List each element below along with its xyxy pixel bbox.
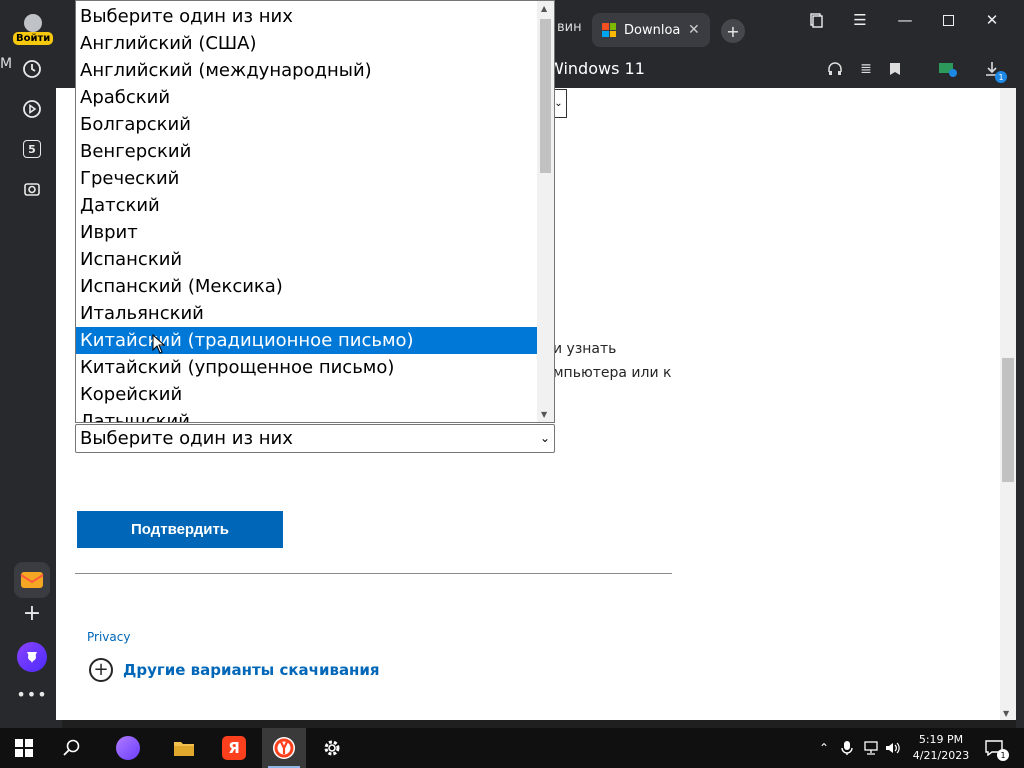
plus-circle-icon: +	[89, 658, 113, 682]
mouse-cursor-icon	[152, 334, 166, 354]
dropdown-option[interactable]: Корейский	[76, 381, 538, 408]
search-icon[interactable]	[58, 734, 86, 762]
dropdown-option[interactable]: Испанский	[76, 246, 538, 273]
windows-start-icon[interactable]	[10, 734, 38, 762]
more-download-options[interactable]: + Другие варианты скачивания	[89, 658, 380, 682]
info-paragraph-line-2: мпьютера или к	[553, 365, 672, 381]
dropdown-option[interactable]: Болгарский	[76, 111, 538, 138]
confirm-button[interactable]: Подтвердить	[77, 511, 283, 548]
chevron-down-icon: ⌄	[539, 431, 550, 445]
close-window-icon[interactable]: ✕	[980, 8, 1004, 32]
page-scrollbar-thumb[interactable]	[1002, 358, 1014, 482]
address-title[interactable]: Windows 11	[548, 59, 645, 78]
browser-sidebar: Войти М 5 + •••	[0, 0, 62, 728]
scroll-down-arrow-icon[interactable]: ▼	[541, 410, 547, 419]
more-download-options-label: Другие варианты скачивания	[123, 661, 380, 679]
file-explorer-icon[interactable]	[170, 734, 198, 762]
yandex-letter: Я	[222, 736, 246, 760]
screenshot-camera-icon[interactable]	[14, 171, 50, 207]
scroll-down-arrow-icon[interactable]: ▼	[1003, 709, 1009, 718]
dropdown-option[interactable]: Греческий	[76, 165, 538, 192]
language-select[interactable]: Выберите один из них ⌄	[75, 424, 555, 453]
five-app-label: 5	[23, 140, 41, 158]
language-select-value: Выберите один из них	[80, 428, 293, 449]
page-scrollbar[interactable]: ▼	[1000, 88, 1016, 720]
tab-title: Download	[624, 22, 680, 38]
downloads-icon[interactable]: 1	[982, 59, 1007, 83]
downloads-count-badge: 1	[995, 71, 1007, 83]
notifications-count-badge: 1	[997, 749, 1009, 761]
close-tab-icon[interactable]: ✕	[688, 22, 700, 38]
mail-icon	[20, 572, 44, 588]
headphones-icon[interactable]	[825, 59, 845, 79]
tab-partial-title[interactable]: вин	[557, 20, 582, 35]
volume-icon[interactable]	[879, 734, 907, 762]
window-edge	[1016, 88, 1024, 728]
history-icon[interactable]	[14, 51, 50, 87]
alice-assistant-button[interactable]	[17, 642, 47, 672]
dropdown-option[interactable]: Арабский	[76, 84, 538, 111]
tab-download[interactable]: Download ✕	[592, 13, 710, 47]
info-paragraph-line-1: и узнать	[553, 341, 617, 357]
divider	[75, 573, 672, 574]
minimize-icon[interactable]: —	[893, 8, 917, 32]
bookmark-icon[interactable]	[885, 59, 905, 79]
menu-icon[interactable]: ☰	[848, 8, 872, 32]
dropdown-option[interactable]: Китайский (традиционное письмо)	[76, 327, 538, 354]
alice-icon	[27, 652, 37, 663]
rail-letter: М	[0, 56, 13, 72]
dropdown-option[interactable]: Английский (международный)	[76, 57, 538, 84]
login-label: Войти	[13, 32, 54, 45]
add-sidebar-item-icon[interactable]: +	[14, 595, 50, 631]
windows-taskbar: Я ⌃ 5:19 PM 4/21/2023 1	[0, 728, 1024, 768]
dropdown-option[interactable]: Английский (США)	[76, 30, 538, 57]
dropdown-options: Выберите один из них Английский (США) Англ…	[76, 3, 538, 422]
extension-icon[interactable]	[938, 59, 958, 79]
dropdown-option[interactable]: Итальянский	[76, 300, 538, 327]
tray-date: 4/21/2023	[912, 749, 970, 762]
maximize-icon[interactable]	[936, 8, 960, 32]
language-dropdown-list[interactable]: Выберите один из них Английский (США) Англ…	[75, 0, 555, 423]
collections-icon[interactable]	[804, 8, 828, 32]
yandex-browser-icon[interactable]	[270, 734, 298, 762]
dropdown-option[interactable]: Иврит	[76, 219, 538, 246]
dropdown-option[interactable]: Датский	[76, 192, 538, 219]
tray-time: 5:19 PM	[918, 733, 964, 746]
scroll-up-arrow-icon[interactable]: ▲	[541, 4, 547, 13]
dropdown-option[interactable]: Венгерский	[76, 138, 538, 165]
dropdown-option[interactable]: Испанский (Мексика)	[76, 273, 538, 300]
avatar	[24, 14, 42, 32]
dropdown-scrollbar[interactable]: ▲ ▼	[537, 1, 554, 422]
tray-clock[interactable]: 5:19 PM 4/21/2023	[910, 732, 972, 764]
microsoft-logo-icon	[602, 23, 616, 37]
reader-mode-icon[interactable]: ≣	[856, 59, 876, 79]
notifications-icon[interactable]: 1	[980, 734, 1009, 762]
yandex-icon[interactable]: Я	[220, 734, 248, 762]
dropdown-option[interactable]: Выберите один из них	[76, 3, 538, 30]
mail-app-button[interactable]	[14, 562, 50, 598]
dropdown-option[interactable]: Латышский	[76, 408, 538, 422]
five-app-icon[interactable]: 5	[14, 131, 50, 167]
settings-gear-icon[interactable]	[318, 734, 346, 762]
new-tab-button[interactable]: +	[721, 19, 745, 43]
alice-taskbar-icon[interactable]	[114, 734, 142, 762]
more-dots-icon[interactable]: •••	[14, 676, 50, 712]
dropdown-option[interactable]: Китайский (упрощенное письмо)	[76, 354, 538, 381]
login-button[interactable]: Войти	[12, 12, 54, 46]
video-play-icon[interactable]	[14, 91, 50, 127]
privacy-link[interactable]: Privacy	[87, 630, 130, 644]
dropdown-scrollbar-thumb[interactable]	[540, 19, 551, 173]
